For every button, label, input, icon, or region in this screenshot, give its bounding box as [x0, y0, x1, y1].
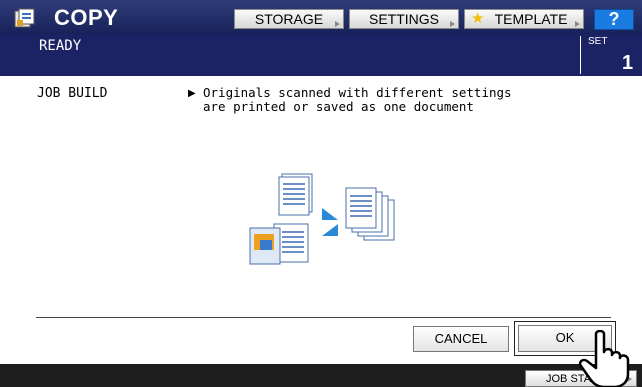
function-description: Originals scanned with different setting… — [203, 86, 512, 114]
arrow-right-icon — [335, 21, 340, 27]
top-bar: COPY STORAGE SETTINGS ★ TEMPLATE ? — [0, 0, 642, 34]
template-button-label: TEMPLATE — [494, 11, 568, 27]
cancel-button[interactable]: CANCEL — [413, 326, 509, 352]
main-content: JOB BUILD ▶ Originals scanned with diffe… — [0, 76, 642, 364]
divider — [36, 317, 611, 318]
arrow-right-icon — [575, 21, 580, 27]
status-bar: READY SET 1 — [0, 34, 642, 76]
copy-icon — [14, 8, 35, 28]
storage-button[interactable]: STORAGE — [234, 9, 344, 29]
storage-button-label: STORAGE — [254, 11, 324, 27]
star-icon: ★ — [471, 10, 485, 27]
set-label: SET — [588, 36, 608, 47]
description-line: Originals scanned with different setting… — [203, 85, 512, 100]
template-button[interactable]: ★ TEMPLATE — [464, 9, 584, 29]
description-line: are printed or saved as one document — [203, 99, 474, 114]
bullet-arrow-icon: ▶ — [188, 88, 196, 99]
settings-button[interactable]: SETTINGS — [349, 9, 459, 29]
divider — [580, 36, 581, 74]
settings-button-label: SETTINGS — [368, 11, 439, 27]
set-count: 1 — [622, 52, 634, 74]
function-title: JOB BUILD — [37, 86, 108, 101]
help-button[interactable]: ? — [594, 9, 634, 30]
app-title: COPY — [54, 5, 119, 30]
arrow-right-icon — [450, 21, 455, 27]
status-text: READY — [39, 38, 82, 54]
hand-pointer-icon — [578, 330, 630, 387]
job-build-illustration — [249, 173, 395, 265]
